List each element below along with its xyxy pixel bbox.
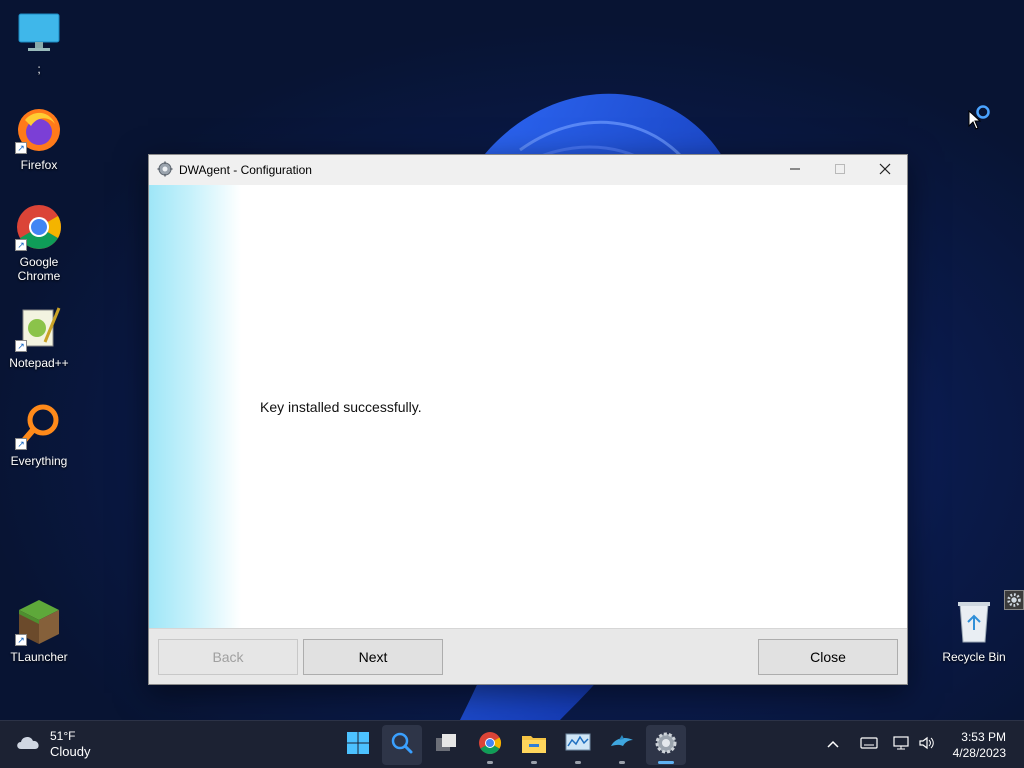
magnifier-icon: ↗ bbox=[15, 402, 63, 450]
window-title: DWAgent - Configuration bbox=[179, 163, 312, 177]
desktop-icon-label: Everything bbox=[10, 454, 68, 468]
next-button[interactable]: Next bbox=[303, 639, 443, 675]
weather-condition: Cloudy bbox=[50, 744, 91, 759]
desktop-icon-label: Firefox bbox=[20, 158, 58, 172]
taskbar-dolphin-app[interactable] bbox=[602, 725, 642, 765]
close-icon bbox=[879, 163, 891, 178]
volume-icon[interactable] bbox=[918, 735, 936, 756]
weather-widget[interactable]: 51°F Cloudy bbox=[14, 729, 90, 759]
monitor-icon bbox=[15, 10, 63, 58]
shortcut-arrow-icon: ↗ bbox=[15, 142, 27, 154]
task-view-button[interactable] bbox=[426, 725, 466, 765]
clock-time: 3:53 PM bbox=[961, 730, 1006, 744]
desktop-icon-label: Recycle Bin bbox=[942, 650, 1006, 664]
running-indicator bbox=[531, 761, 537, 764]
network-icon[interactable] bbox=[892, 735, 910, 756]
weather-temperature: 51°F bbox=[50, 729, 76, 743]
start-button[interactable] bbox=[338, 725, 378, 765]
wizard-button-bar: Back Next Close bbox=[149, 628, 907, 684]
firefox-icon: ↗ bbox=[15, 106, 63, 154]
system-tray bbox=[826, 721, 936, 768]
desktop-icon-label: TLauncher bbox=[10, 650, 68, 664]
monitor-chart-icon bbox=[565, 732, 591, 759]
taskbar-dwagent[interactable] bbox=[646, 725, 686, 765]
back-button[interactable]: Back bbox=[158, 639, 298, 675]
touch-keyboard-icon[interactable] bbox=[860, 736, 878, 755]
taskbar: 51°F Cloudy 3:53 PM 4/28/2023 bbox=[0, 720, 1024, 768]
taskbar-clock[interactable]: 3:53 PM 4/28/2023 bbox=[953, 729, 1006, 761]
minimize-button[interactable] bbox=[772, 155, 818, 185]
folder-icon bbox=[521, 732, 547, 759]
dwagent-configuration-window: DWAgent - Configuration Key installed su… bbox=[148, 154, 908, 685]
shortcut-arrow-icon: ↗ bbox=[15, 239, 27, 251]
desktop-icon-chrome[interactable]: ↗ Google Chrome bbox=[1, 203, 77, 283]
busy-spinner-icon bbox=[975, 104, 991, 125]
shortcut-arrow-icon: ↗ bbox=[15, 634, 27, 646]
chevron-up-icon[interactable] bbox=[826, 736, 840, 754]
minimize-icon bbox=[789, 163, 801, 178]
running-indicator bbox=[575, 761, 581, 764]
notepad-plus-plus-icon: ↗ bbox=[15, 304, 63, 352]
chrome-icon bbox=[478, 731, 502, 760]
running-indicator bbox=[619, 761, 625, 764]
grass-block-icon: ↗ bbox=[15, 598, 63, 646]
clock-date: 4/28/2023 bbox=[952, 746, 1006, 760]
shortcut-arrow-icon: ↗ bbox=[15, 340, 27, 352]
shortcut-arrow-icon: ↗ bbox=[15, 438, 27, 450]
desktop-icon-label: ; bbox=[37, 62, 41, 76]
chrome-icon: ↗ bbox=[15, 203, 63, 251]
maximize-icon bbox=[834, 163, 846, 178]
desktop-icon-this-pc[interactable]: ; bbox=[1, 10, 77, 76]
desktop-icon-everything[interactable]: ↗ Everything bbox=[1, 402, 77, 468]
window-titlebar[interactable]: DWAgent - Configuration bbox=[149, 155, 907, 185]
maximize-button[interactable] bbox=[817, 155, 863, 185]
desktop-icon-label: Notepad++ bbox=[9, 356, 69, 370]
window-content: Key installed successfully. bbox=[149, 185, 907, 628]
dolphin-icon bbox=[609, 732, 635, 759]
desktop-icon-label: Google Chrome bbox=[17, 255, 61, 283]
search-icon bbox=[390, 731, 414, 760]
gear-icon bbox=[157, 161, 173, 180]
desktop-icon-notepad-plus-plus[interactable]: ↗ Notepad++ bbox=[1, 304, 77, 370]
close-window-button[interactable] bbox=[862, 155, 908, 185]
tray-gear-icon[interactable] bbox=[1004, 590, 1024, 610]
desktop-icon-firefox[interactable]: ↗ Firefox bbox=[1, 106, 77, 172]
taskbar-resource-monitor[interactable] bbox=[558, 725, 598, 765]
running-indicator bbox=[487, 761, 493, 764]
task-view-icon bbox=[434, 731, 458, 760]
recycle-bin-icon bbox=[950, 598, 998, 646]
side-gradient-band bbox=[149, 185, 241, 628]
close-button[interactable]: Close bbox=[758, 639, 898, 675]
taskbar-file-explorer[interactable] bbox=[514, 725, 554, 765]
search-button[interactable] bbox=[382, 725, 422, 765]
windows-logo-icon bbox=[346, 731, 370, 760]
gear-icon bbox=[654, 731, 678, 760]
desktop-icon-recycle-bin[interactable]: Recycle Bin bbox=[936, 598, 1012, 664]
active-indicator bbox=[658, 761, 674, 764]
cloud-icon bbox=[14, 732, 42, 757]
taskbar-chrome[interactable] bbox=[470, 725, 510, 765]
desktop-icon-tlauncher[interactable]: ↗ TLauncher bbox=[1, 598, 77, 664]
status-message: Key installed successfully. bbox=[260, 399, 422, 415]
